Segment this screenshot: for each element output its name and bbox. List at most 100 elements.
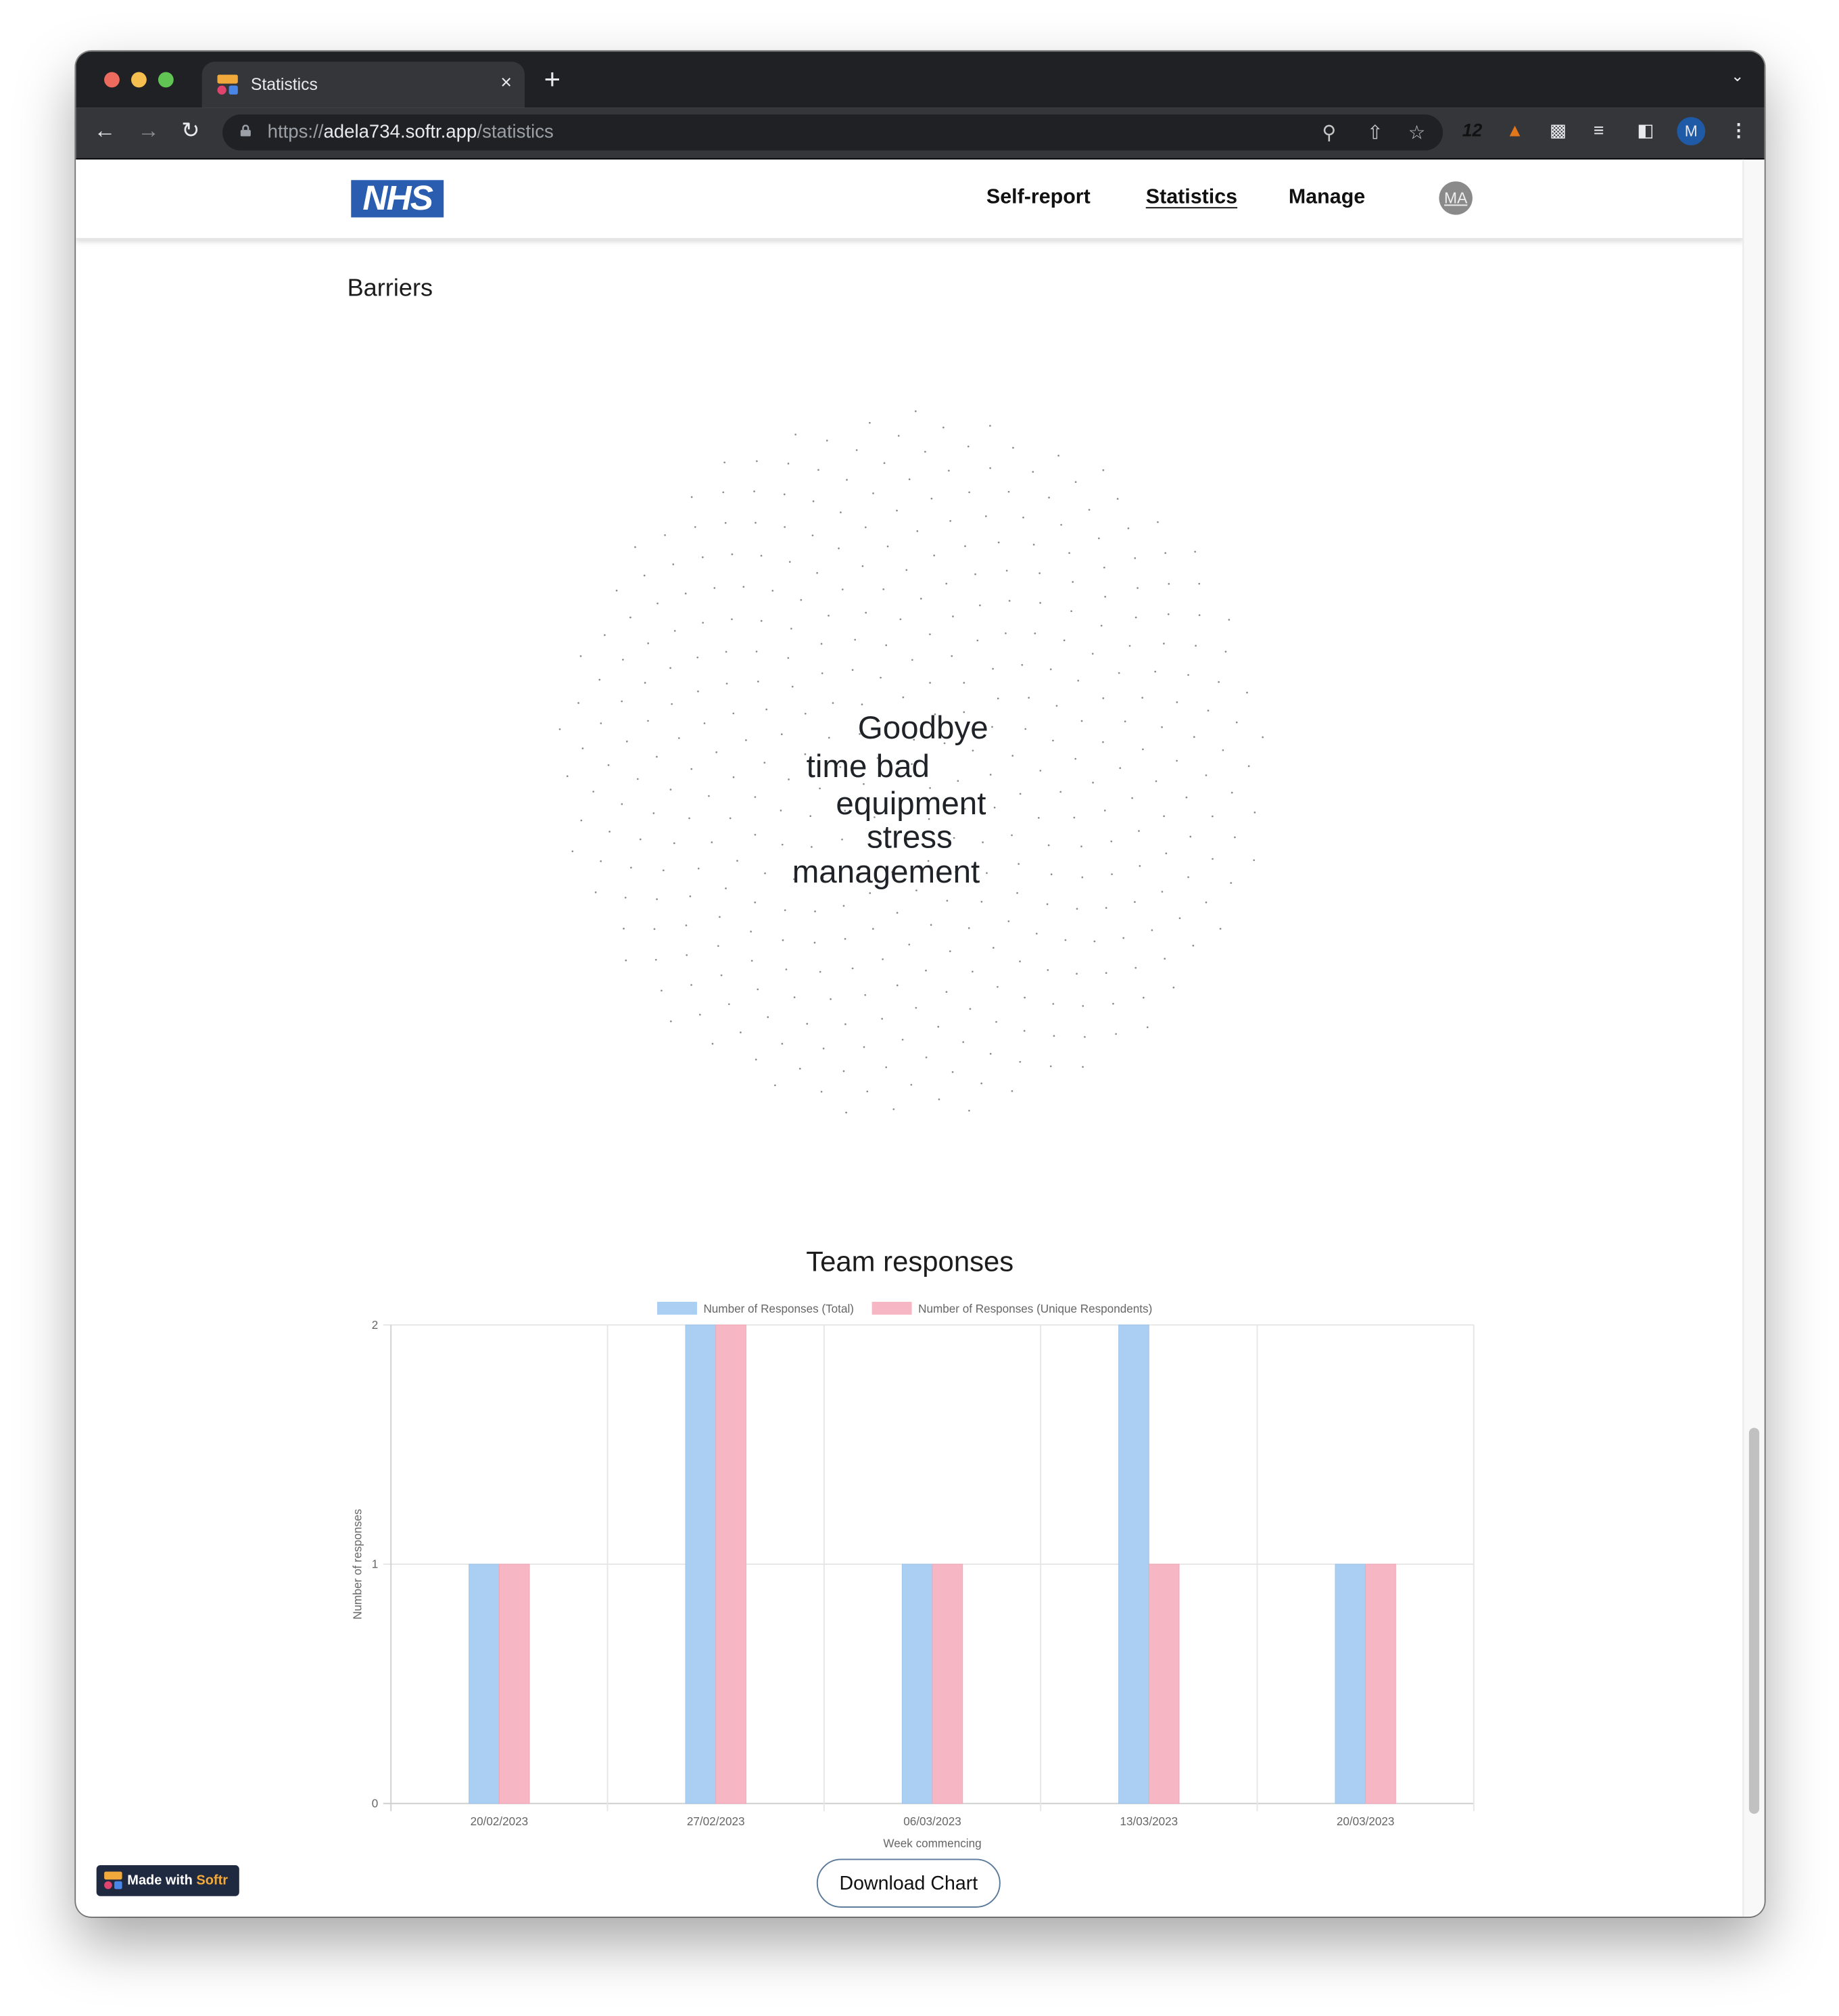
- nav-manage[interactable]: Manage: [1289, 187, 1365, 210]
- x-tick-label: 27/02/2023: [687, 1815, 745, 1828]
- word-cloud-dot: [896, 984, 899, 987]
- word-cloud-dot: [1035, 933, 1038, 935]
- word-cloud-dot: [822, 1048, 825, 1050]
- word-cloud-dot: [1076, 908, 1078, 910]
- browser-menu-icon[interactable]: ⋮: [1729, 120, 1748, 141]
- word-cloud-dot: [571, 850, 574, 853]
- team-responses-chart: Number of Responses (Total) Number of Res…: [351, 1301, 1475, 1850]
- media-queue-icon[interactable]: ≡: [1594, 120, 1604, 140]
- word-cloud-dot: [869, 421, 871, 424]
- word-cloud-dot: [690, 496, 693, 498]
- word-cloud-dot: [963, 682, 965, 684]
- word-cloud-dot: [742, 586, 745, 588]
- scrollbar-thumb[interactable]: [1748, 1428, 1760, 1814]
- word-cloud-dot: [1157, 521, 1159, 523]
- word-cloud-dot: [1205, 774, 1208, 776]
- x-tick-label: 20/03/2023: [1337, 1815, 1395, 1828]
- new-tab-button[interactable]: +: [544, 63, 560, 96]
- word-cloud-dot: [783, 493, 786, 496]
- word-cloud-dot: [757, 680, 759, 683]
- word-cloud-dot: [817, 469, 819, 471]
- word-cloud-dot: [997, 697, 999, 700]
- word-cloud-dot: [594, 891, 597, 893]
- zoom-out-icon[interactable]: ⚲: [1322, 121, 1336, 144]
- word-cloud-dot: [653, 928, 656, 931]
- word-cloud-dot: [1137, 587, 1139, 589]
- legend-label: Number of Responses (Total): [703, 1303, 854, 1315]
- tab-search-chevron-icon[interactable]: ⌄: [1731, 67, 1744, 85]
- word-cloud-dot: [1024, 996, 1026, 999]
- word-cloud-dot: [842, 905, 845, 907]
- word-cloud-dot: [1118, 672, 1120, 674]
- word-cloud-dot: [1024, 728, 1027, 730]
- metamask-fox-icon[interactable]: ▲: [1506, 120, 1523, 140]
- word-cloud-dot: [598, 678, 601, 681]
- nhs-logo[interactable]: NHS: [351, 179, 444, 218]
- word-cloud-dot: [855, 449, 858, 451]
- bar: [715, 1324, 746, 1804]
- nav-self-report[interactable]: Self-report: [986, 187, 1091, 210]
- 12ft-extension-icon[interactable]: 12: [1462, 120, 1483, 140]
- word-cloud-dot: [685, 924, 688, 927]
- user-avatar[interactable]: MA: [1439, 181, 1473, 215]
- word-cloud-dot: [725, 682, 728, 685]
- word-cloud-dot: [581, 747, 584, 749]
- maximize-window-button[interactable]: [158, 72, 174, 88]
- bookmark-star-icon[interactable]: ☆: [1408, 121, 1426, 144]
- word-cloud-dot: [697, 690, 699, 693]
- word-cloud-dot: [1163, 815, 1165, 818]
- word-cloud-dot: [579, 655, 582, 657]
- x-tick-label: 20/02/2023: [471, 1815, 529, 1828]
- word-cloud-dot: [942, 426, 945, 429]
- word-cloud-dot: [997, 541, 1000, 544]
- word-cloud-dot: [1142, 748, 1144, 751]
- word-cloud-dot: [745, 739, 747, 741]
- word-cloud-dot: [842, 1070, 845, 1073]
- word-cloud-dot: [902, 696, 905, 699]
- page-scrollbar[interactable]: [1742, 159, 1765, 1917]
- word-cloud-dot: [979, 604, 981, 607]
- made-with-softr-badge[interactable]: Made with Softr: [96, 1865, 239, 1896]
- word-cloud-dot: [1038, 572, 1041, 574]
- share-icon[interactable]: ⇧: [1367, 121, 1383, 144]
- word-cloud-dot: [1112, 1002, 1114, 1005]
- tab-statistics[interactable]: Statistics ×: [201, 62, 525, 108]
- word-cloud-dot: [1032, 544, 1035, 546]
- word-cloud-dot: [756, 460, 758, 463]
- softr-logo-icon: [104, 1871, 122, 1890]
- tab-close-icon[interactable]: ×: [500, 72, 512, 94]
- word-cloud-dot: [882, 588, 885, 590]
- word-cloud-dot: [1222, 749, 1224, 751]
- word-cloud-dot: [1063, 639, 1066, 642]
- word-cloud-dot: [1187, 674, 1189, 676]
- word-cloud-dot: [669, 667, 671, 670]
- word-cloud-dot: [702, 622, 704, 624]
- extensions-puzzle-icon[interactable]: ▩: [1550, 120, 1567, 141]
- word-cloud-dot: [826, 440, 828, 442]
- download-chart-button[interactable]: Download Chart: [816, 1858, 1001, 1908]
- word-cloud-dot: [1134, 557, 1137, 559]
- forward-arrow-icon[interactable]: →: [138, 118, 160, 144]
- word-cloud-dot: [722, 491, 725, 494]
- word-cloud-dot: [1212, 858, 1214, 860]
- word-cloud-dot: [1207, 709, 1210, 712]
- word-cloud-dot: [1060, 523, 1062, 526]
- word-cloud-dot: [967, 445, 970, 448]
- side-panel-icon[interactable]: ◧: [1637, 120, 1654, 141]
- word-cloud-dot: [1057, 454, 1059, 457]
- word-cloud-dot: [1093, 940, 1096, 943]
- y-tick-label: 0: [372, 1797, 379, 1810]
- word-cloud-dot: [1161, 891, 1164, 893]
- word-cloud-dot: [1016, 892, 1018, 894]
- nav-statistics[interactable]: Statistics: [1146, 187, 1237, 210]
- word-cloud-dot: [793, 996, 796, 999]
- address-bar[interactable]: https://adela734.softr.app/statistics ⚲ …: [222, 114, 1443, 151]
- profile-avatar[interactable]: M: [1677, 117, 1706, 145]
- word-cloud-dot: [1224, 651, 1227, 653]
- back-arrow-icon[interactable]: ←: [94, 118, 116, 144]
- reload-icon[interactable]: ↻: [181, 118, 199, 144]
- minimize-window-button[interactable]: [131, 72, 147, 88]
- word-cloud-dot: [711, 1043, 714, 1045]
- word-cloud-dot: [992, 667, 994, 670]
- close-window-button[interactable]: [104, 72, 120, 88]
